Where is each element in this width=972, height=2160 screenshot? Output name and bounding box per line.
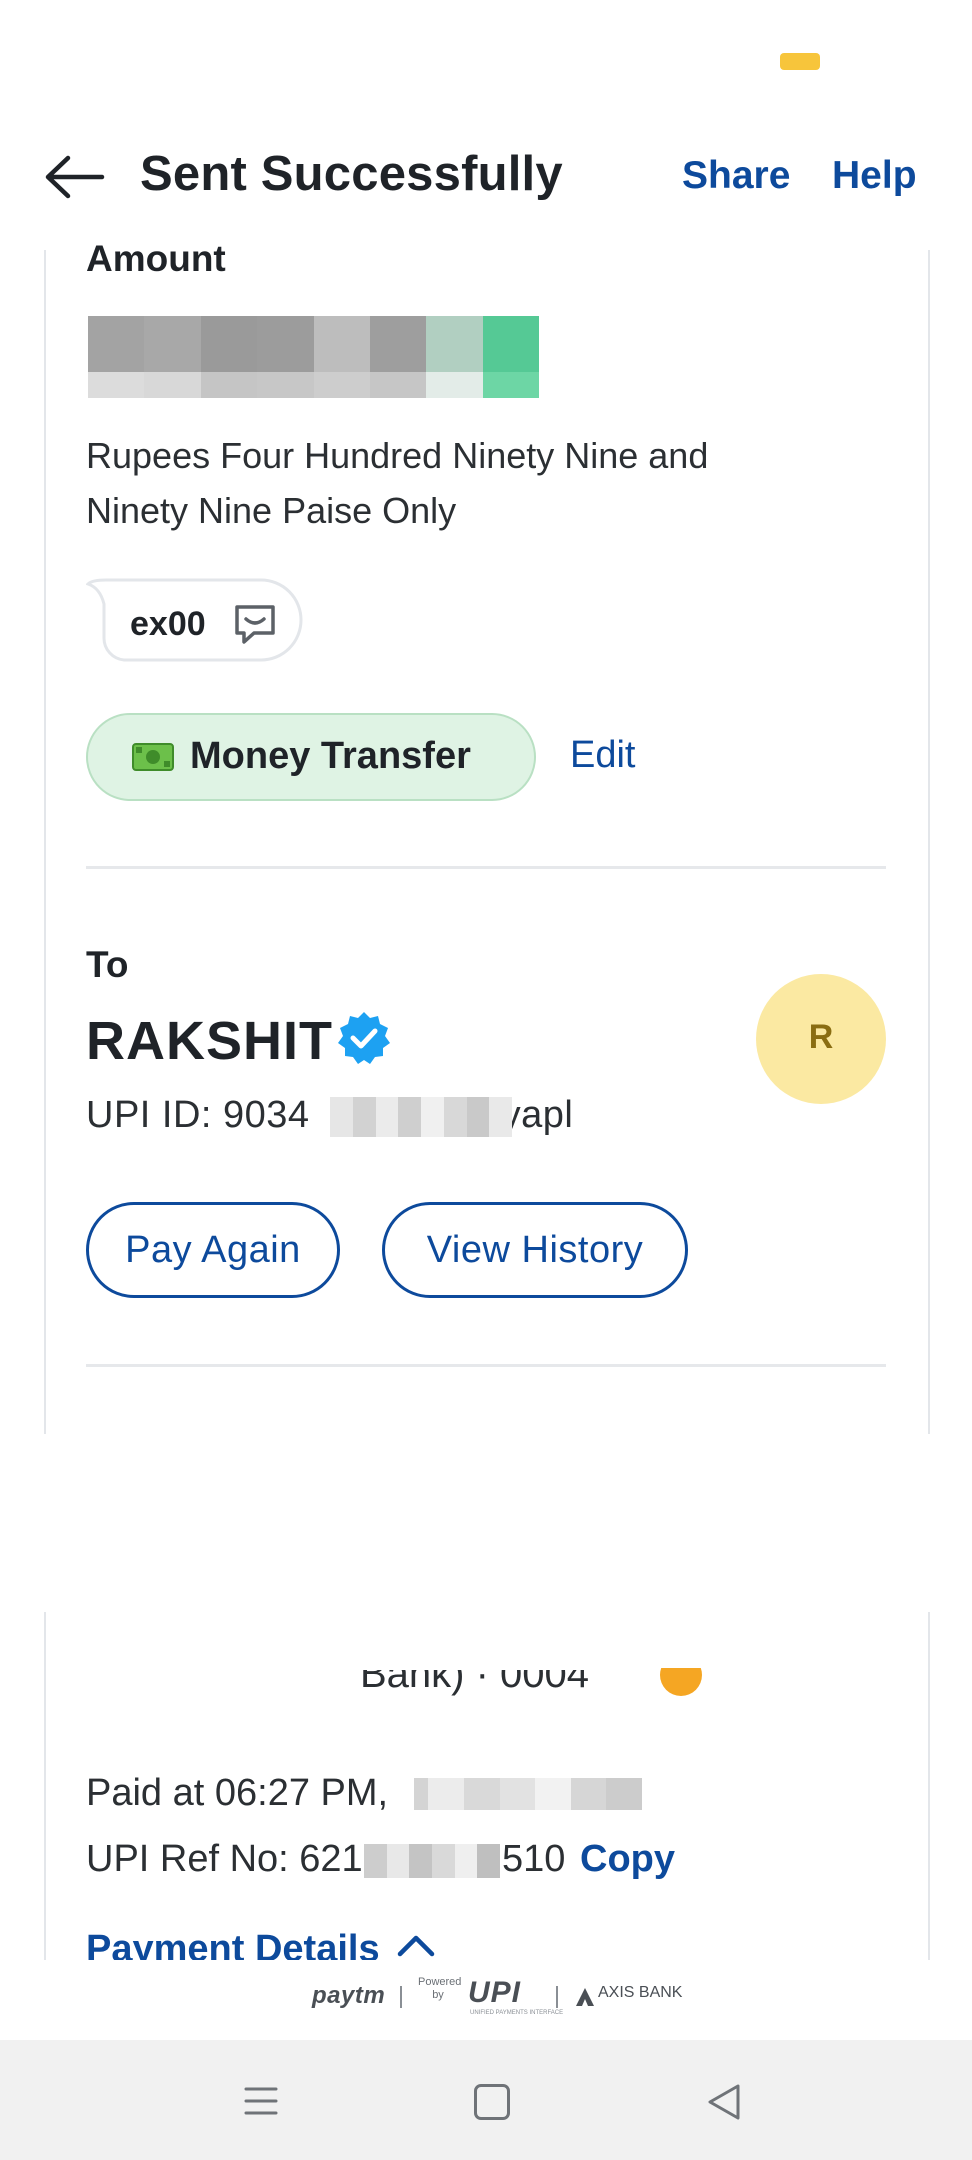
category-label: Money Transfer: [190, 735, 471, 777]
payment-details-toggle[interactable]: Payment Details: [86, 1928, 486, 1960]
amount-label: Amount: [86, 238, 226, 279]
payee-name: RAKSHIT: [86, 1011, 333, 1071]
app-header: Sent Successfully Share Help: [0, 120, 972, 232]
category-chip[interactable]: Money Transfer: [86, 713, 536, 801]
divider: [86, 866, 886, 869]
upi-id-masked: [330, 1097, 512, 1137]
divider: [86, 1364, 886, 1367]
edit-category-button[interactable]: Edit: [570, 734, 635, 777]
back-button[interactable]: [40, 150, 110, 204]
payee-avatar: R: [756, 974, 886, 1104]
upi-id-suffix: yapl: [501, 1094, 574, 1136]
paid-at-time: Paid at 06:27 PM,: [86, 1772, 389, 1814]
share-button[interactable]: Share: [682, 154, 790, 198]
bank-logo-icon: [660, 1668, 702, 1698]
arrow-left-icon: [45, 155, 105, 199]
hidden-overlay: [30, 1434, 930, 1612]
separator: [400, 1986, 402, 2008]
amount-in-words: Rupees Four Hundred Ninety Nine and Nine…: [86, 435, 709, 531]
to-label: To: [86, 944, 129, 985]
page-title: Sent Successfully: [140, 147, 563, 201]
view-history-button[interactable]: View History: [382, 1202, 688, 1298]
powered-by-text: Powered by: [418, 1976, 462, 2001]
upi-ref-masked: [364, 1844, 501, 1878]
upi-logo: UPI: [468, 1976, 522, 2009]
money-icon: [132, 743, 174, 771]
status-indicator: [780, 53, 820, 70]
footer-partner-logos: paytm Powered by UPI UNIFIED PAYMENTS IN…: [0, 1962, 972, 2038]
help-button[interactable]: Help: [832, 154, 917, 198]
upi-id-prefix: UPI ID: 9034: [86, 1094, 310, 1136]
copy-ref-button[interactable]: Copy: [580, 1838, 675, 1881]
home-icon[interactable]: [474, 2084, 510, 2120]
payment-details-label: Payment Details: [86, 1928, 380, 1960]
avatar-initial: R: [808, 1018, 834, 1056]
paytm-logo: paytm: [312, 1982, 386, 2009]
menu-icon[interactable]: [244, 2084, 278, 2118]
chevron-up-icon: [394, 1928, 438, 1958]
separator: [556, 1986, 558, 2008]
paid-date-masked: [414, 1778, 642, 1810]
back-triangle-icon[interactable]: [706, 2082, 742, 2122]
status-bar: [0, 0, 972, 120]
verified-badge-icon: [336, 1010, 392, 1066]
note-text: ex00: [130, 605, 206, 643]
amount-value-masked: [88, 316, 547, 400]
comment-icon: [232, 602, 278, 646]
upi-ref-suffix: 510: [502, 1838, 566, 1880]
axis-bank-icon: [574, 1986, 596, 2008]
axis-bank-logo: AXIS BANK: [598, 1984, 683, 2001]
upi-subtext: UNIFIED PAYMENTS INTERFACE: [470, 2010, 564, 2016]
system-nav-bar: [0, 2040, 972, 2160]
upi-ref-prefix: UPI Ref No: 621: [86, 1838, 363, 1880]
pay-again-button[interactable]: Pay Again: [86, 1202, 340, 1298]
